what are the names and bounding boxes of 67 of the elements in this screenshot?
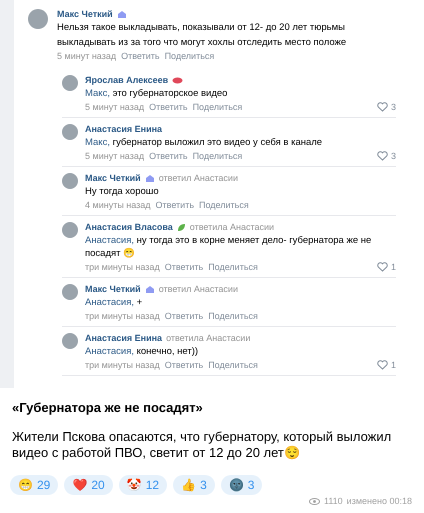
avatar[interactable] — [62, 124, 78, 140]
share-link[interactable]: Поделиться — [164, 51, 214, 61]
author-name[interactable]: Макс Четкий — [85, 173, 141, 183]
leaf-icon — [176, 222, 186, 232]
comment-time: три минуты назад — [85, 360, 160, 370]
reply-link[interactable]: Ответить — [121, 51, 160, 61]
comment-text: выкладывать из за того что могут хохлы отследить место положе — [57, 36, 348, 49]
reply-link[interactable]: Ответить — [164, 311, 204, 321]
comment-text: Анастасия, + — [85, 296, 144, 309]
reply-to-label: ответил Анастасии — [158, 284, 238, 294]
heart-icon[interactable] — [376, 102, 388, 112]
comment-text: Анастасия, ну тогда это в корне меняет дело- губернатора же не посадят 😁 — [85, 234, 372, 260]
reaction-button[interactable]: 😁 29 — [10, 475, 58, 495]
avatar[interactable] — [62, 173, 78, 189]
reply-to-label: ответила Анастасии — [166, 333, 250, 343]
eye-icon — [308, 498, 320, 504]
lips-icon — [172, 76, 184, 84]
heart-icon[interactable] — [376, 262, 388, 272]
author-name[interactable]: Анастасия Енина — [85, 333, 162, 343]
comment-text: Макс, это губернаторское видео — [85, 87, 228, 100]
share-link[interactable]: Поделиться — [208, 311, 258, 321]
like-count: 3 — [390, 151, 396, 161]
reply-to-label: ответил Анастасии — [158, 173, 238, 183]
author-name[interactable]: Макс Четкий — [57, 9, 113, 19]
reaction-button[interactable]: ❤ 20 — [64, 475, 113, 495]
like-count: 1 — [390, 360, 396, 370]
reply-to-label: ответила Анастасии — [190, 222, 274, 232]
reaction-button[interactable]: 🌚 3 — [220, 475, 262, 495]
share-link[interactable]: Поделиться — [199, 200, 249, 210]
reaction-button[interactable]: 👍 3 — [173, 475, 215, 495]
comment-text: Нельзя такое выкладывать, показывали от 12- до 20 лет тюрьмы — [57, 21, 346, 34]
author-name[interactable]: Ярослав Алексеев — [85, 75, 168, 85]
comment-time: 5 минут назад — [85, 102, 144, 112]
heart-icon[interactable] — [376, 360, 388, 370]
share-link[interactable]: Поделиться — [208, 262, 258, 272]
edited-time: изменено 00:18 — [346, 496, 412, 506]
reply-link[interactable]: Ответить — [156, 200, 194, 210]
author-name[interactable]: Макс Четкий — [85, 284, 141, 294]
comment-text: Макс, губернатор выложил это видео у себя в канале — [85, 136, 324, 149]
view-count: 1110 — [324, 496, 343, 506]
avatar[interactable] — [28, 9, 48, 29]
avatar[interactable] — [62, 222, 78, 238]
like-count: 1 — [390, 262, 396, 272]
avatar[interactable] — [62, 333, 78, 349]
reply-link[interactable]: Ответить — [149, 102, 188, 112]
heart-icon[interactable] — [376, 151, 388, 161]
comment-text: Ну тогда хорошо — [85, 185, 160, 198]
comment-text: Анастасия, конечно, нет)) — [85, 345, 200, 358]
reply-link[interactable]: Ответить — [149, 151, 188, 161]
post-title: «Губернатора же не посадят» — [12, 400, 204, 415]
share-link[interactable]: Поделиться — [208, 360, 258, 370]
avatar[interactable] — [62, 284, 78, 300]
comment-time: 5 минут назад — [57, 51, 116, 61]
share-link[interactable]: Поделиться — [192, 102, 242, 112]
comment-time: три минуты назад — [85, 311, 160, 321]
author-name[interactable]: Анастасия Енина — [85, 124, 162, 134]
author-name[interactable]: Анастасия Власова — [85, 222, 173, 232]
reply-link[interactable]: Ответить — [164, 360, 204, 370]
reply-link[interactable]: Ответить — [164, 262, 204, 272]
comment-time: три минуты назад — [85, 262, 160, 272]
comment-time: 5 минут назад — [85, 151, 144, 161]
avatar[interactable] — [62, 75, 78, 91]
share-link[interactable]: Поделиться — [192, 151, 242, 161]
reaction-button[interactable]: 🤡 12 — [118, 475, 168, 495]
like-count: 3 — [390, 102, 396, 112]
comment-time: 4 минуты назад — [85, 200, 151, 210]
post-text: Жители Пскова опасаются, что губернатору, который выложил видео с работой ПВО, светит от 12 до 20 лет😌 — [12, 429, 392, 461]
